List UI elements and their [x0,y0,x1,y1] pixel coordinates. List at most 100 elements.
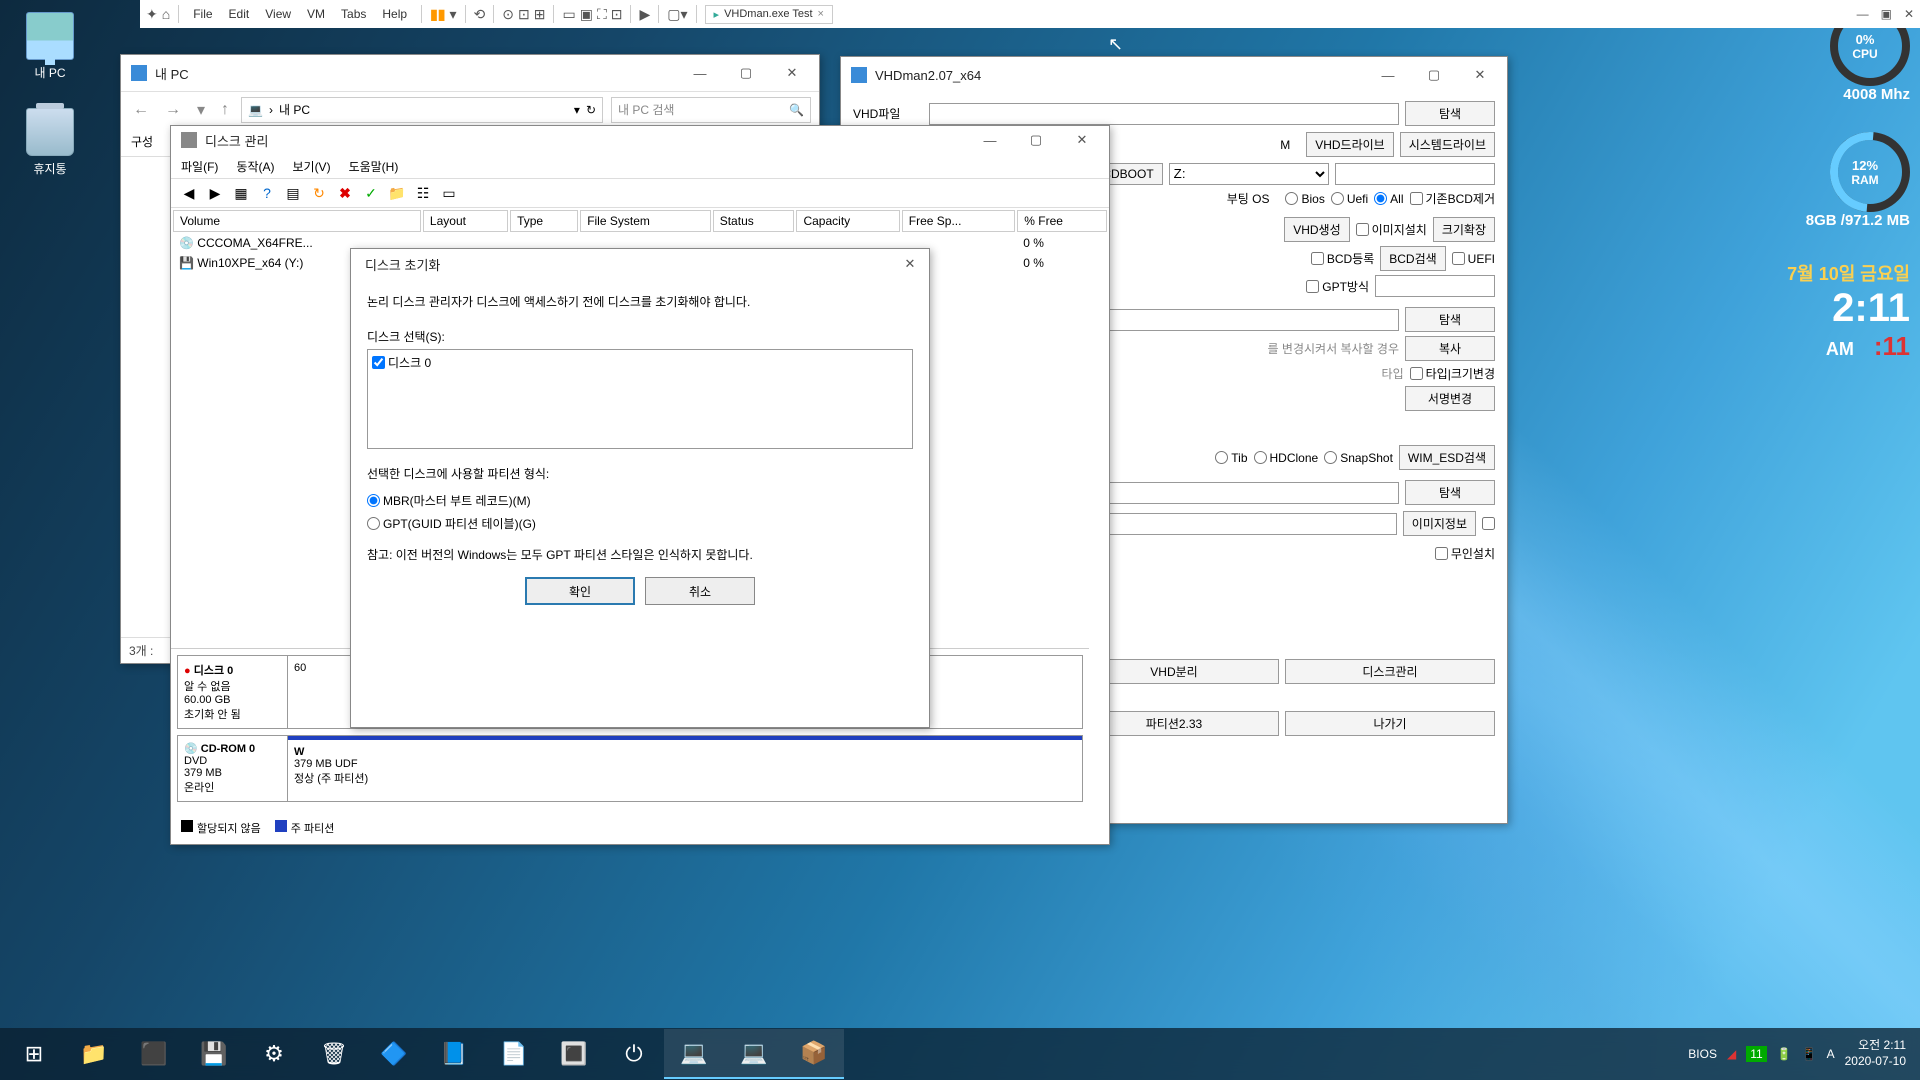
tib-radio[interactable]: Tib [1215,451,1247,465]
uefi-radio[interactable]: Uefi [1331,192,1368,206]
minimize-button[interactable]: — [677,59,723,87]
oldbcd-checkbox[interactable]: 기존BCD제거 [1410,190,1496,207]
up-arrow-icon[interactable]: ↑ [217,101,233,119]
taskbar-power[interactable]: ⏻ [604,1029,664,1079]
typesizechg-checkbox[interactable]: 타입|크기변경 [1410,365,1495,382]
minimize-button[interactable]: — [967,126,1013,154]
folder-icon[interactable]: 📁 [387,183,407,203]
close-tab-icon[interactable]: × [818,8,824,20]
forward-arrow-icon[interactable]: → [161,101,185,119]
mbr-radio-row[interactable]: MBR(마스터 부트 레코드)(M) [367,492,913,509]
gptfmt-checkbox[interactable]: GPT방식 [1306,278,1369,295]
pause-icon[interactable]: ▮▮ [430,6,445,23]
taskbar-app[interactable]: 🔳 [544,1029,604,1079]
disk0-checkbox[interactable] [372,356,385,369]
ime-label[interactable]: A [1827,1047,1835,1061]
maximize-button[interactable]: ▢ [1411,61,1457,89]
tool-icon[interactable]: ▭ [439,183,459,203]
desktop-icon-recycle[interactable]: 휴지통 [12,108,88,177]
disk-select-list[interactable]: 디스크 0 [367,349,913,449]
vhdfile-combo[interactable] [929,103,1399,125]
taskbar[interactable]: ⊞ 📁 ⬛ 💾 ⚙ 🗑 🔷 📘 📄 🔳 ⏻ 💻 💻 📦 BIOS ◢ 11 🔋 … [0,1028,1920,1080]
minimize-button[interactable]: — [1365,61,1411,89]
col-type[interactable]: Type [510,210,578,232]
snapshot-radio[interactable]: SnapShot [1324,451,1393,465]
vm-tab[interactable]: ▸ VHDman.exe Test × [705,5,833,24]
dropdown-icon[interactable]: ▾ [574,103,580,117]
desktop-icon-mypc[interactable]: 내 PC [12,12,88,81]
exit-button[interactable]: 나가기 [1285,711,1495,736]
vhddrive-button[interactable]: VHD드라이브 [1306,132,1394,157]
mbr-radio[interactable] [367,494,380,507]
cancel-button[interactable]: 취소 [645,577,755,605]
diskmgmt-titlebar[interactable]: 디스크 관리 — ▢ ✕ [171,126,1109,154]
taskbar-app[interactable]: 📄 [484,1029,544,1079]
hdclone-radio[interactable]: HDClone [1254,451,1319,465]
wimesd-button[interactable]: WIM_ESD검색 [1399,445,1495,470]
sizeexp-button[interactable]: 크기확장 [1433,217,1495,242]
home-icon[interactable]: ⌂ [162,6,170,22]
vhdman-titlebar[interactable]: VHDman2.07_x64 — ▢ ✕ [841,57,1507,93]
imginstall-checkbox[interactable]: 이미지설치 [1356,221,1427,238]
view-icon[interactable]: ▢▾ [667,6,687,23]
refresh-icon[interactable]: ↻ [309,183,329,203]
dropdown-icon[interactable]: ▾ [193,100,209,120]
close-button[interactable]: ✕ [1457,61,1503,89]
gpt-radio[interactable] [367,517,380,530]
menu-tabs[interactable]: Tabs [335,7,372,21]
restore-icon[interactable]: ▣ [1881,7,1892,21]
disk-checkbox-row[interactable]: 디스크 0 [372,354,908,371]
close-button[interactable]: ✕ [895,250,925,278]
maximize-button[interactable]: ▢ [723,59,769,87]
minimize-icon[interactable]: — [1857,7,1869,21]
close-button[interactable]: ✕ [769,59,815,87]
drive-combo[interactable]: Z: [1169,163,1329,185]
tool-icon[interactable]: ▤ [283,183,303,203]
silent-checkbox[interactable]: 무인설치 [1435,545,1495,562]
gpt-radio-row[interactable]: GPT(GUID 파티션 테이블)(G) [367,515,913,532]
search-button[interactable]: 탐색 [1405,307,1495,332]
menu-edit[interactable]: Edit [223,7,256,21]
bios-label[interactable]: BIOS [1688,1047,1717,1061]
search-box[interactable]: 내 PC 검색 🔍 [611,97,811,123]
diskmgmt-button[interactable]: 디스크관리 [1285,659,1495,684]
tray-clock[interactable]: 오전 2:11 2020-07-10 [1845,1038,1906,1069]
console-icon[interactable]: ▶ [639,6,650,23]
ok-button[interactable]: 확인 [525,577,635,605]
taskbar-save[interactable]: 💾 [184,1029,244,1079]
delete-icon[interactable]: ✖ [335,183,355,203]
help-icon[interactable]: ? [257,183,277,203]
imginfo-button[interactable]: 이미지정보 [1403,511,1476,536]
col-freespace[interactable]: Free Sp... [902,210,1016,232]
check-icon[interactable]: ✓ [361,183,381,203]
temp-badge[interactable]: 11 [1746,1046,1766,1062]
dropdown-icon[interactable]: ▾ [450,6,457,23]
usb-icon[interactable]: 📱 [1802,1047,1817,1061]
menu-help[interactable]: Help [376,7,413,21]
fullscreen-icon[interactable]: ⊡ [611,6,623,23]
menu-file[interactable]: 파일(F) [181,158,218,175]
col-capacity[interactable]: Capacity [796,210,899,232]
col-fs[interactable]: File System [580,210,711,232]
menu-file[interactable]: File [187,7,218,21]
close-icon[interactable]: ✕ [1904,7,1914,21]
disk-row[interactable]: 💿 CD-ROM 0 DVD 379 MB 온라인 W 379 MB UDF 정… [177,735,1083,802]
col-volume[interactable]: Volume [173,210,421,232]
taskbar-app[interactable]: 📘 [424,1029,484,1079]
taskbar-explorer[interactable]: 📁 [64,1029,124,1079]
unity-icon[interactable]: ▭ [562,6,575,23]
imginfo-checkbox[interactable] [1482,517,1495,530]
combo-mid[interactable] [1375,275,1495,297]
bcdsearch-button[interactable]: BCD검색 [1380,246,1445,271]
refresh-icon[interactable]: ↻ [586,103,596,117]
search-button[interactable]: 탐색 [1405,480,1495,505]
menu-action[interactable]: 동작(A) [236,158,274,175]
tool-icon[interactable]: ☷ [413,183,433,203]
menu-view[interactable]: View [259,7,297,21]
tray-icon[interactable]: ◢ [1727,1047,1736,1061]
taskbar-cmd[interactable]: ⬛ [124,1029,184,1079]
col-status[interactable]: Status [713,210,795,232]
taskbar-vhdman[interactable]: 📦 [784,1029,844,1079]
search-button[interactable]: 탐색 [1405,101,1495,126]
maximize-button[interactable]: ▢ [1013,126,1059,154]
